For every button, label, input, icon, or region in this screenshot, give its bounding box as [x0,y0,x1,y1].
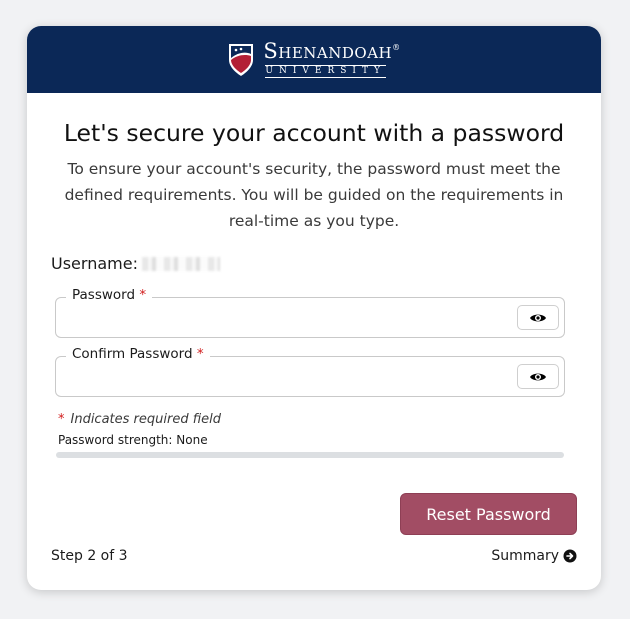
reset-password-card: Shenandoah® UNIVERSITY Let's secure your… [27,26,601,590]
shield-icon [229,43,254,76]
username-value-redacted [141,256,220,271]
logo-wordmark: Shenandoah® [263,39,401,63]
password-field[interactable]: Password * [55,287,565,338]
required-field-note: * Indicates required field [58,412,221,427]
summary-label: Summary [491,548,559,564]
username-label: Username: [51,254,138,273]
summary-link[interactable]: Summary [491,548,577,564]
page-subtitle: To ensure your account's security, the p… [64,160,564,230]
arrow-circle-right-icon [563,549,577,563]
step-indicator: Step 2 of 3 [51,548,128,564]
password-label: Password * [66,287,153,303]
password-input[interactable] [64,306,504,330]
toggle-confirm-password-visibility-button[interactable] [517,364,559,389]
eye-icon [530,314,546,321]
brand-header: Shenandoah® UNIVERSITY [27,26,601,93]
password-strength-meter [56,452,564,458]
reset-password-button[interactable]: Reset Password [400,493,577,535]
page-title: Let's secure your account with a passwor… [63,119,565,147]
username-row: Username: [51,254,220,273]
confirm-password-input[interactable] [64,365,504,389]
logo-subtitle: UNIVERSITY [265,65,386,78]
confirm-password-label: Confirm Password * [66,346,210,362]
university-logo: Shenandoah® UNIVERSITY [227,41,400,78]
password-strength-label: Password strength: None [58,433,208,447]
confirm-password-field[interactable]: Confirm Password * [55,346,565,397]
toggle-password-visibility-button[interactable] [517,305,559,330]
eye-icon [530,373,546,380]
